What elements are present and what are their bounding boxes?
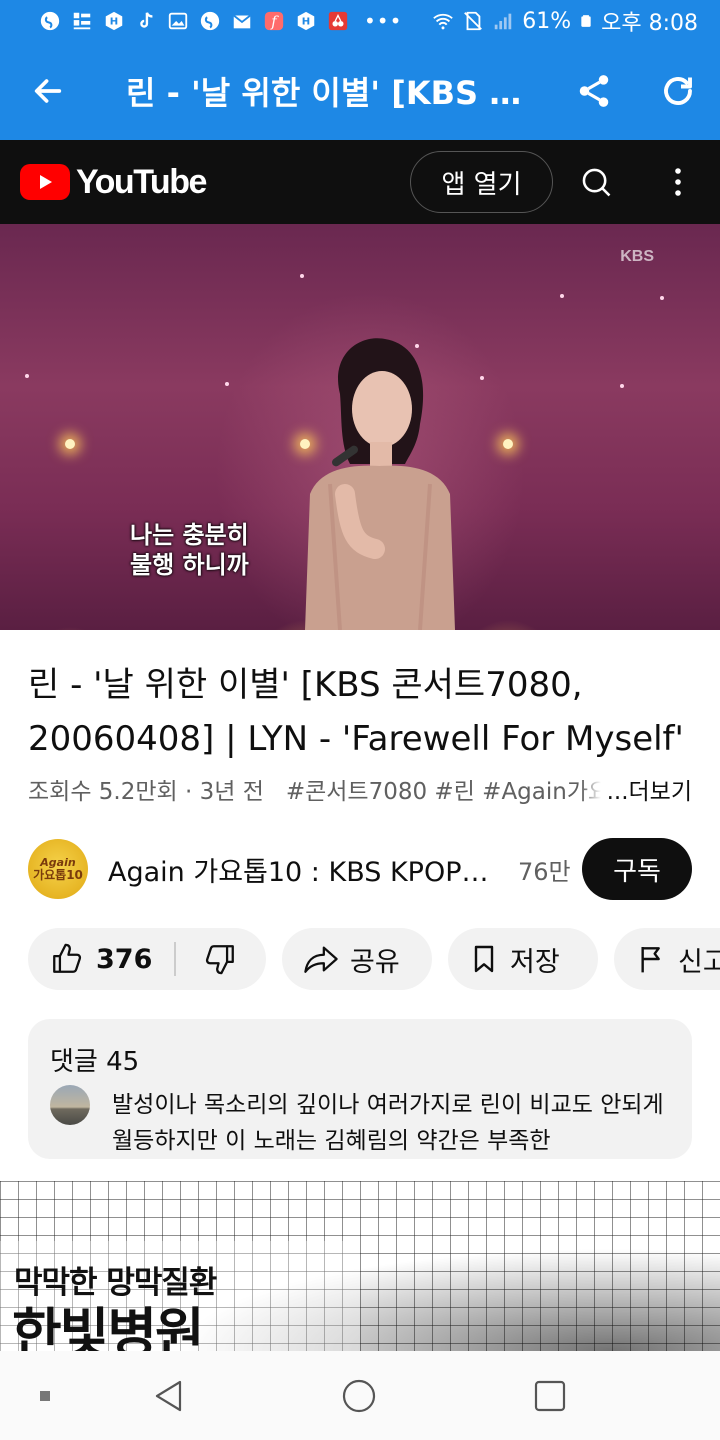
stage-light [560,294,564,298]
subtitle-line: 나는 충분히 [130,521,249,549]
vertical-dots-icon [675,168,681,196]
status-right: 61% 오후 8:08 [432,5,698,37]
more-description-button[interactable]: ...더보기 [580,772,692,806]
like-dislike-pill: 376 [28,928,266,990]
nav-dot-button[interactable] [20,1371,70,1421]
singer-figure [305,338,455,630]
top-comment-text: 발성이나 목소리의 깊이나 여러가지로 린이 비교도 안되게 월등하지만 이 노… [112,1092,664,1154]
more-notifications: ••• [364,9,403,33]
stage-light [25,374,29,378]
subscriber-count: 76만 [518,857,571,886]
commenter-avatar [50,1085,90,1125]
youtube-logo[interactable]: YouTube [20,162,207,202]
like-button[interactable]: 376 [28,928,174,990]
grid-app-icon [70,9,94,33]
bookmark-icon [474,945,494,973]
tiktok-icon [134,9,158,33]
nav-back-button[interactable] [143,1371,193,1421]
h-app-icon: H [294,9,318,33]
share-button[interactable] [552,42,636,140]
nav-recents-button[interactable] [525,1371,575,1421]
shazam-icon [38,9,62,33]
nav-home-button[interactable] [334,1371,384,1421]
video-meta[interactable]: 조회수 5.2만회 · 3년 전 #콘서트7080 #린 #Again가요톱10… [28,772,692,806]
wifi-icon [433,13,453,30]
mail-icon [230,9,254,33]
ad-headline: 막막한 망막질환 [14,1265,217,1301]
dislike-button[interactable] [176,928,264,990]
video-player[interactable]: KBS 나는 충분히 불행 하니까 [0,224,720,630]
shazam-icon [198,9,222,33]
refresh-icon [664,77,692,105]
square-dot-icon [40,1391,50,1401]
save-button[interactable]: 저장 [448,928,598,990]
svg-text:H: H [302,17,310,28]
stage-light [620,384,624,388]
search-icon [582,168,611,197]
battery-icon [581,15,591,27]
share-label: 공유 [350,946,400,978]
browser-app-bar: 린 - '날 위한 이별' [KBS 콘서트7080, 20060408] | … [0,42,720,140]
triangle-back-icon [155,1380,182,1412]
status-bar: H f H ••• 61% 오후 8:08 [0,0,720,42]
share-arrow-icon [304,946,338,973]
report-button[interactable]: 신고 [614,928,720,990]
refresh-button[interactable] [636,42,720,140]
subscribe-button[interactable]: 구독 [582,838,692,900]
clock: 오후 8:08 [601,11,698,36]
youtube-play-icon [20,164,70,200]
h-app-icon: H [102,9,126,33]
notification-icons: H f H ••• [38,9,402,33]
stage-lamp [65,439,75,449]
open-app-button[interactable]: 앱 열기 [410,151,553,213]
youtube-wordmark: YouTube [76,162,207,201]
circle-home-icon [342,1379,376,1413]
channel-row: Again 가요톱10 Again 가요톱10 : KBS KPOP CLASS… [28,838,692,900]
video-title[interactable]: 린 - '날 위한 이별' [KBS 콘서트7080, 20060408] | … [28,658,698,766]
comments-count: 댓글 45 [50,1047,140,1077]
back-button[interactable] [0,42,96,140]
like-count: 376 [96,943,153,975]
arrow-left-icon [34,79,62,103]
square-recents-icon [534,1380,566,1412]
comments-teaser[interactable]: 댓글 45 발성이나 목소리의 깊이나 여러가지로 린이 비교도 안되게 월등하… [28,1019,692,1159]
action-row: 376 공유 저장 신고 [28,928,720,990]
f-app-icon: f [262,9,286,33]
more-menu-button[interactable] [654,158,702,206]
no-sim-icon [464,11,483,31]
battery-percent: 61% [522,8,572,34]
avatar-text: 가요톱10 [33,868,83,882]
gallery-icon [166,9,190,33]
share-video-button[interactable]: 공유 [282,928,432,990]
stage-light [300,274,304,278]
svg-text:H: H [110,17,118,28]
save-label: 저장 [510,946,560,978]
stage-light [225,382,229,386]
stage-light [660,296,664,300]
report-label: 신고 [678,946,720,978]
channel-avatar[interactable]: Again 가요톱10 [28,839,88,899]
stage-lamp [503,439,513,449]
system-nav-bar [0,1351,720,1440]
subtitle-line: 불행 하니까 [130,551,249,579]
ad-brand: 한빛병원 [12,1302,205,1351]
page-title: 린 - '날 위한 이별' [KBS 콘서트7080, 20060408] | … [126,74,552,112]
search-button[interactable] [572,158,620,206]
thumbs-down-icon [205,945,234,975]
channel-name[interactable]: Again 가요톱10 : KBS KPOP CLASSIC [108,850,493,889]
thumbs-up-icon [53,943,82,973]
youtube-header: YouTube 앱 열기 [0,140,720,224]
video-subtitle: 나는 충분히 불행 하니까 [130,520,249,580]
signal-icon [494,13,512,30]
cherry-app-icon [326,9,350,33]
share-icon [579,75,609,107]
broadcaster-watermark: KBS [620,248,654,265]
flag-icon [641,947,660,973]
ad-banner[interactable]: 막막한 망막질환 한빛병원 [0,1181,720,1351]
views-and-age: 조회수 5.2만회 · 3년 전 [28,779,264,805]
